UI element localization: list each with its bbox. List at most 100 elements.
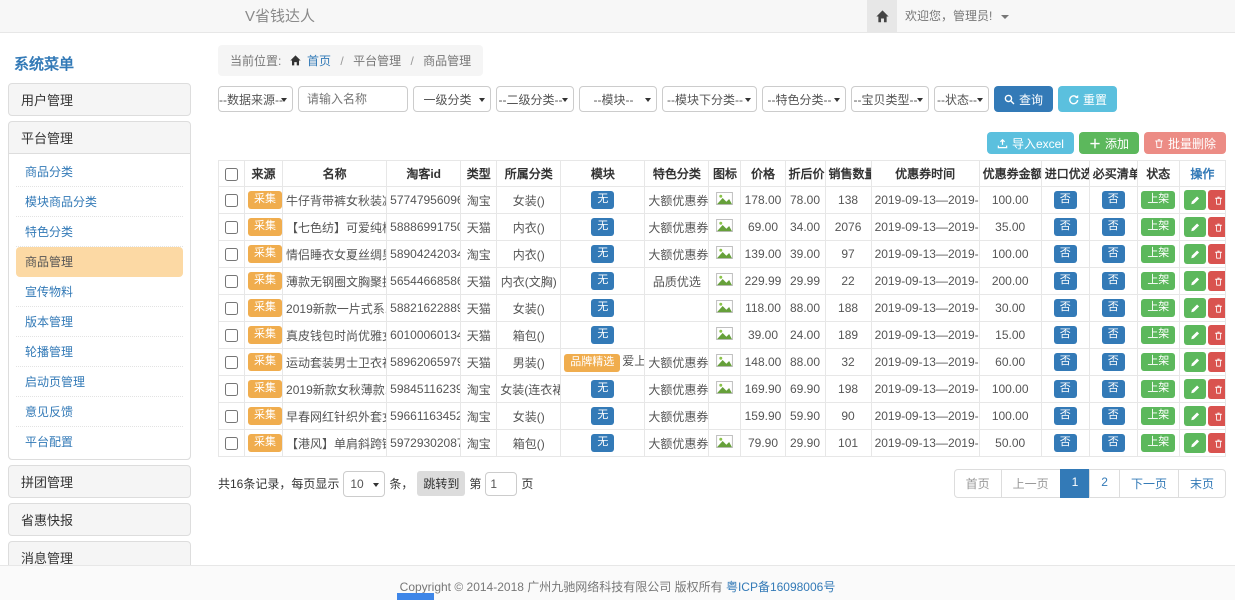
source-badge: 采集 [248,353,282,371]
cell-icon [709,187,741,214]
delete-button[interactable] [1208,379,1226,399]
status-badge: 上架 [1141,353,1175,371]
sidebar-item[interactable]: 特色分类 [16,217,183,247]
row-checkbox[interactable] [225,329,238,342]
pager-prev[interactable]: 上一页 [1001,469,1061,498]
edit-button[interactable] [1184,406,1206,426]
must-buy-badge: 否 [1102,218,1125,236]
pager-next[interactable]: 下一页 [1119,469,1179,498]
filter-select-level1[interactable]: 一级分类 [413,86,491,112]
row-checkbox[interactable] [225,302,238,315]
select-all-checkbox[interactable] [225,168,238,181]
row-checkbox[interactable] [225,437,238,450]
home-button[interactable] [867,0,897,32]
name-search-input[interactable] [298,86,408,112]
add-button[interactable]: ＋ 添加 [1079,132,1139,154]
caret-down-icon [562,98,568,102]
cell-operations [1179,268,1225,295]
pagination-bar: 共16条记录，每页显示 10 条， 跳转到 第 页 首页上一页12下一页末页 [218,469,1226,498]
sidebar-item[interactable]: 宣传物料 [16,277,183,307]
delete-button[interactable] [1208,190,1226,210]
batch-delete-button[interactable]: 批量删除 [1144,132,1226,154]
sidebar-panel: 平台管理商品分类模块商品分类特色分类商品管理宣传物料版本管理轮播管理启动页管理意… [8,121,191,460]
reset-button[interactable]: 重置 [1058,86,1117,112]
jump-page-input[interactable] [485,472,517,496]
filter-select-datasource[interactable]: --数据来源-- [218,86,293,112]
icp-link[interactable]: 粤ICP备16098006号 [726,580,835,594]
user-menu[interactable]: 欢迎您，管理员! [905,0,1009,33]
sidebar-item[interactable]: 轮播管理 [16,337,183,367]
sidebar-panel-header[interactable]: 消息管理 [9,542,190,565]
sidebar-item[interactable]: 商品分类 [16,157,183,187]
cell-coupon-time: 2019-09-13—2019-09-18 [871,430,979,457]
cell-type: 天猫 [461,268,497,295]
table-header: 价格 [741,161,785,187]
cell-module: 无 [561,430,645,457]
row-checkbox[interactable] [225,248,238,261]
cell-coupon-time: 2019-09-13—2019-09-17 [871,187,979,214]
row-checkbox[interactable] [225,356,238,369]
delete-button[interactable] [1208,325,1226,345]
sidebar-item[interactable]: 版本管理 [16,307,183,337]
delete-button[interactable] [1208,433,1226,453]
delete-button[interactable] [1208,406,1226,426]
per-page-select[interactable]: 10 [343,471,385,497]
cell-source: 采集 [245,214,283,241]
sidebar-item[interactable]: 商品管理 [16,247,183,277]
edit-button[interactable] [1184,190,1206,210]
filter-select-status[interactable]: --状态-- [934,86,989,112]
sidebar-panel-header[interactable]: 省惠快报 [9,504,190,535]
search-button[interactable]: 查询 [994,86,1053,112]
sidebar-item[interactable]: 启动页管理 [16,367,183,397]
delete-button[interactable] [1208,352,1226,372]
edit-button[interactable] [1184,244,1206,264]
row-checkbox[interactable] [225,275,238,288]
image-placeholder-icon [716,273,733,286]
cell-discount-price: 69.90 [785,376,825,403]
sidebar-panel-header[interactable]: 拼团管理 [9,466,190,497]
sidebar-panel-header[interactable]: 用户管理 [9,84,190,115]
row-checkbox[interactable] [225,410,238,423]
sidebar-item[interactable]: 意见反馈 [16,397,183,427]
module-badge: 无 [591,272,614,290]
row-checkbox[interactable] [225,194,238,207]
edit-button[interactable] [1184,325,1206,345]
edit-button[interactable] [1184,379,1206,399]
sidebar-panel-header[interactable]: 平台管理 [9,122,190,153]
cell-source: 采集 [245,349,283,376]
delete-button[interactable] [1208,298,1226,318]
sidebar-item[interactable]: 平台配置 [16,427,183,456]
cell-must-buy: 否 [1089,376,1137,403]
row-checkbox[interactable] [225,383,238,396]
cell-status: 上架 [1137,241,1179,268]
delete-button[interactable] [1208,244,1226,264]
pager-first[interactable]: 首页 [954,469,1002,498]
cell-coupon-time: 2019-09-13—2019-09-20 [871,322,979,349]
pager-last[interactable]: 末页 [1178,469,1226,498]
filter-select-level2[interactable]: --二级分类-- [496,86,574,112]
filter-select-feature[interactable]: --特色分类-- [762,86,846,112]
edit-button[interactable] [1184,298,1206,318]
delete-button[interactable] [1208,217,1226,237]
trash-icon [1214,384,1223,395]
row-checkbox[interactable] [225,221,238,234]
jump-button[interactable]: 跳转到 [417,471,465,496]
cell-name: 【港风】单肩斜跨链条... [283,430,387,457]
edit-button[interactable] [1184,433,1206,453]
edit-button[interactable] [1184,271,1206,291]
sidebar-item[interactable]: 模块商品分类 [16,187,183,217]
pager-page-1[interactable]: 1 [1060,469,1091,498]
cell-feature: 大额优惠券 [645,403,709,430]
filter-select-item-type[interactable]: --宝贝类型-- [851,86,929,112]
breadcrumb-home-link[interactable]: 首页 [307,54,331,68]
cell-type: 淘宝 [461,187,497,214]
filter-select-module[interactable]: --模块-- [579,86,657,112]
edit-button[interactable] [1184,217,1206,237]
cell-status: 上架 [1137,268,1179,295]
delete-button[interactable] [1208,271,1226,291]
pager-page-2[interactable]: 2 [1089,469,1120,498]
cell-taoke-id: 589042420344 [387,241,461,268]
import-excel-button[interactable]: 导入excel [987,132,1074,154]
edit-button[interactable] [1184,352,1206,372]
filter-select-submodule[interactable]: --模块下分类-- [662,86,757,112]
